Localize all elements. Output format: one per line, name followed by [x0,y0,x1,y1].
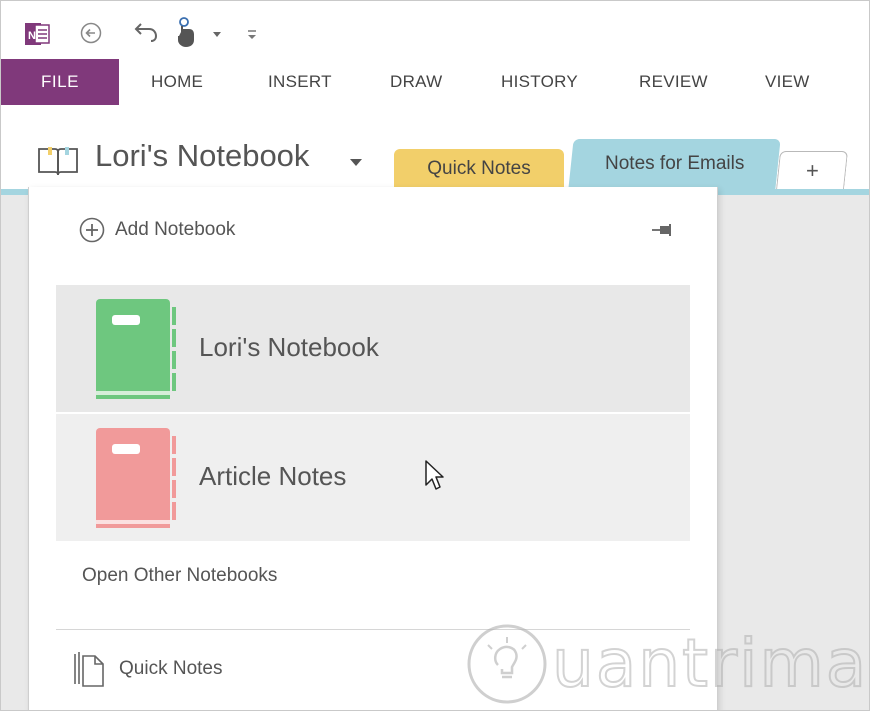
tab-file[interactable]: FILE [1,59,119,105]
notebook-picker[interactable]: Lori's Notebook [95,138,309,174]
quick-notes-label: Quick Notes [119,658,223,679]
notebook-item-article-notes[interactable]: Article Notes [56,414,690,541]
tab-insert[interactable]: INSERT [268,59,332,105]
add-notebook-button[interactable]: Add Notebook [79,216,235,244]
quick-access-toolbar: N [1,1,869,59]
add-notebook-label: Add Notebook [115,219,236,240]
page-canvas[interactable] [717,195,869,710]
pin-icon[interactable] [652,222,674,238]
tab-review[interactable]: REVIEW [639,59,708,105]
tab-view[interactable]: VIEW [765,59,810,105]
page-margin [1,195,29,710]
touch-mode-icon[interactable] [175,16,199,48]
section-tab-label: Quick Notes [427,158,531,179]
notebook-header: Lori's Notebook Quick Notes Notes for Em… [1,105,869,195]
green-notebook-icon [96,299,176,399]
mouse-cursor-icon [425,460,444,490]
back-arrow-icon[interactable] [80,22,102,44]
onenote-window: N FILE HOME INSERT DRAW HISTORY REVIEW V… [0,0,870,711]
section-tab-quick-notes[interactable]: Quick Notes [394,149,564,189]
customize-toolbar-icon[interactable] [246,29,258,41]
undo-icon[interactable] [134,20,160,44]
dropdown-arrow-icon[interactable] [212,31,222,39]
quick-notes-link[interactable]: Quick Notes [73,649,222,689]
pages-icon [74,652,104,687]
ribbon-tabs: FILE HOME INSERT DRAW HISTORY REVIEW VIE… [1,59,869,105]
plus-circle-icon [79,217,105,243]
notebook-name: Lori's Notebook [199,332,379,362]
divider [56,629,690,630]
tab-home[interactable]: HOME [151,59,203,105]
tab-history[interactable]: HISTORY [501,59,578,105]
svg-text:N: N [28,30,36,42]
notebook-dropdown-panel: Add Notebook Lori's Notebook Article Not… [28,187,718,710]
open-other-notebooks-link[interactable]: Open Other Notebooks [82,565,277,587]
notebook-name: Article Notes [199,461,347,491]
section-tab-label: Notes for Emails [604,153,745,174]
notebook-item-loris-notebook[interactable]: Lori's Notebook [56,285,690,412]
open-book-icon [38,147,78,176]
tab-draw[interactable]: DRAW [390,59,443,105]
section-tab-notes-for-emails[interactable]: Notes for Emails [568,139,781,189]
plus-icon: + [805,158,819,183]
add-section-tab[interactable]: + [775,151,849,190]
chevron-down-icon[interactable] [349,158,363,167]
red-notebook-icon [96,428,176,528]
onenote-logo-icon: N [25,23,50,45]
